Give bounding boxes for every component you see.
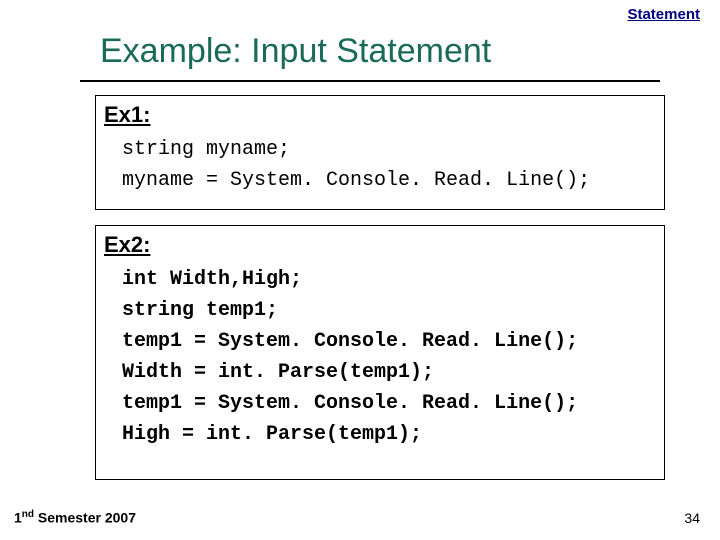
- example2-box: Ex2: int Width,High; string temp1; temp1…: [95, 225, 665, 480]
- code-line: Width = int. Parse(temp1);: [122, 357, 656, 388]
- code-line: High = int. Parse(temp1);: [122, 419, 656, 450]
- section-label: Statement: [627, 6, 700, 23]
- footer-num: 1: [14, 510, 22, 526]
- footer-left: 1nd Semester 2007: [14, 509, 136, 526]
- page-number: 34: [684, 510, 700, 526]
- footer-ordinal: nd: [22, 509, 34, 520]
- page-title: Example: Input Statement: [100, 32, 491, 71]
- code-line: temp1 = System. Console. Read. Line();: [122, 388, 656, 419]
- title-underline: [80, 80, 660, 82]
- code-line: myname = System. Console. Read. Line();: [122, 165, 656, 196]
- example1-label: Ex1:: [104, 102, 656, 128]
- example1-box: Ex1: string myname; myname = System. Con…: [95, 95, 665, 210]
- code-line: string temp1;: [122, 295, 656, 326]
- code-line: string myname;: [122, 134, 656, 165]
- code-line: int Width,High;: [122, 264, 656, 295]
- footer-text: Semester 2007: [34, 510, 136, 526]
- code-line: temp1 = System. Console. Read. Line();: [122, 326, 656, 357]
- example2-label: Ex2:: [104, 232, 656, 258]
